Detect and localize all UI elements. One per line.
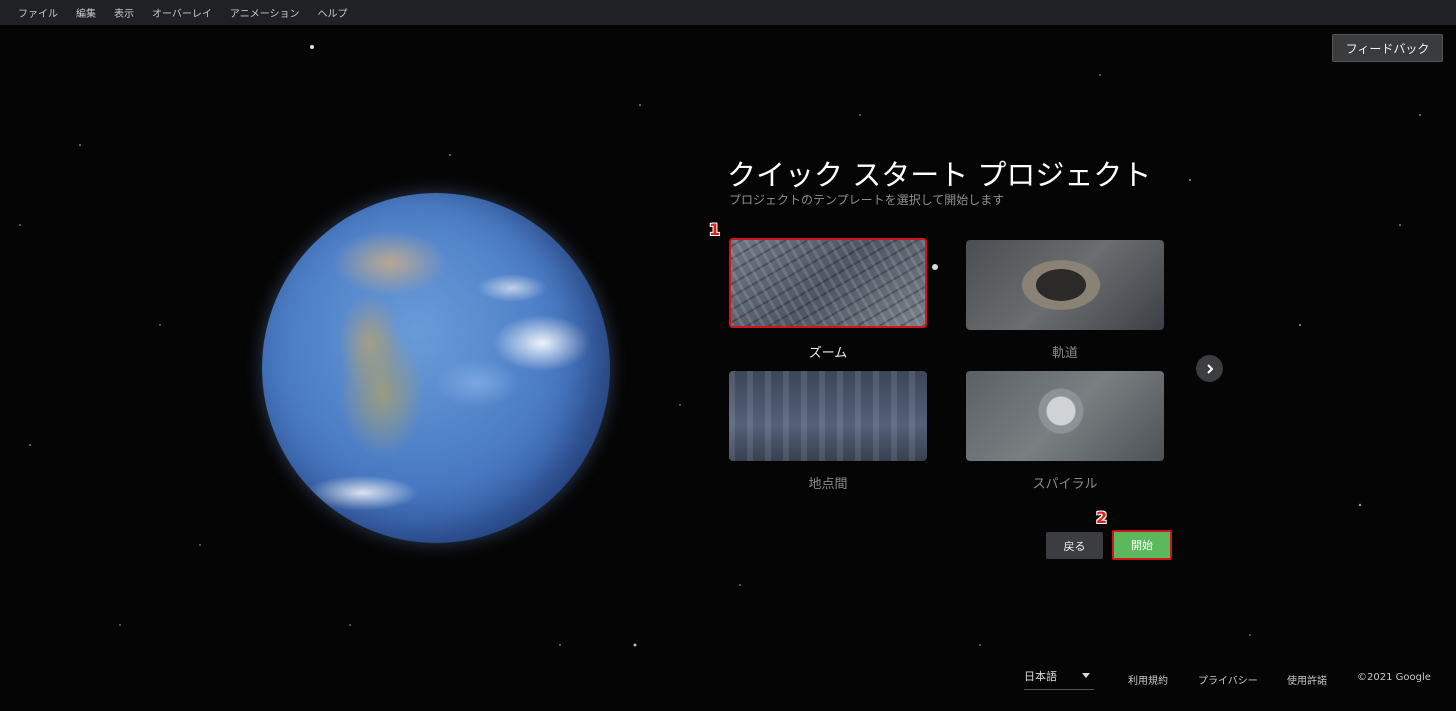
template-point-to-point-label[interactable]: 地点間 <box>729 473 927 492</box>
template-point-to-point-thumbnail[interactable] <box>729 371 927 461</box>
back-button[interactable]: 戻る <box>1046 532 1103 559</box>
start-button[interactable]: 開始 <box>1112 530 1172 560</box>
feedback-button[interactable]: フィードバック <box>1332 34 1443 62</box>
menu-file[interactable]: ファイル <box>9 5 67 20</box>
menu-edit[interactable]: 編集 <box>67 5 105 20</box>
license-link[interactable]: 使用許諾 <box>1287 672 1327 687</box>
template-zoom-label[interactable]: ズーム <box>729 342 927 361</box>
template-zoom-thumbnail[interactable] <box>729 238 927 328</box>
quick-start-subtitle: プロジェクトのテンプレートを選択して開始します <box>729 193 1005 207</box>
quick-start-title: クイック スタート プロジェクト <box>727 158 1152 192</box>
language-select[interactable]: 日本語 <box>1024 668 1094 690</box>
menu-overlay[interactable]: オーバーレイ <box>143 5 221 20</box>
template-orbit-thumbnail[interactable] <box>966 240 1164 330</box>
starfield-background <box>19 45 1421 647</box>
menu-help[interactable]: ヘルプ <box>309 5 357 20</box>
template-orbit-label[interactable]: 軌道 <box>966 342 1164 361</box>
template-spiral-label[interactable]: スパイラル <box>966 473 1164 492</box>
template-spiral-thumbnail[interactable] <box>966 371 1164 461</box>
menubar: ファイル 編集 表示 オーバーレイ アニメーション ヘルプ <box>0 0 1456 25</box>
menu-animation[interactable]: アニメーション <box>221 5 309 20</box>
next-page-button[interactable] <box>1196 355 1223 382</box>
earth-globe <box>262 193 610 543</box>
privacy-link[interactable]: プライバシー <box>1198 672 1258 687</box>
language-select-value: 日本語 <box>1024 670 1057 683</box>
chevron-down-icon <box>1082 673 1090 678</box>
copyright-text: ©2021 Google <box>1357 672 1431 683</box>
menu-view[interactable]: 表示 <box>105 5 143 20</box>
terms-link[interactable]: 利用規約 <box>1128 672 1168 687</box>
chevron-right-icon <box>1206 363 1213 374</box>
annotation-1: 1 <box>709 220 721 239</box>
annotation-2: 2 <box>1096 508 1108 527</box>
